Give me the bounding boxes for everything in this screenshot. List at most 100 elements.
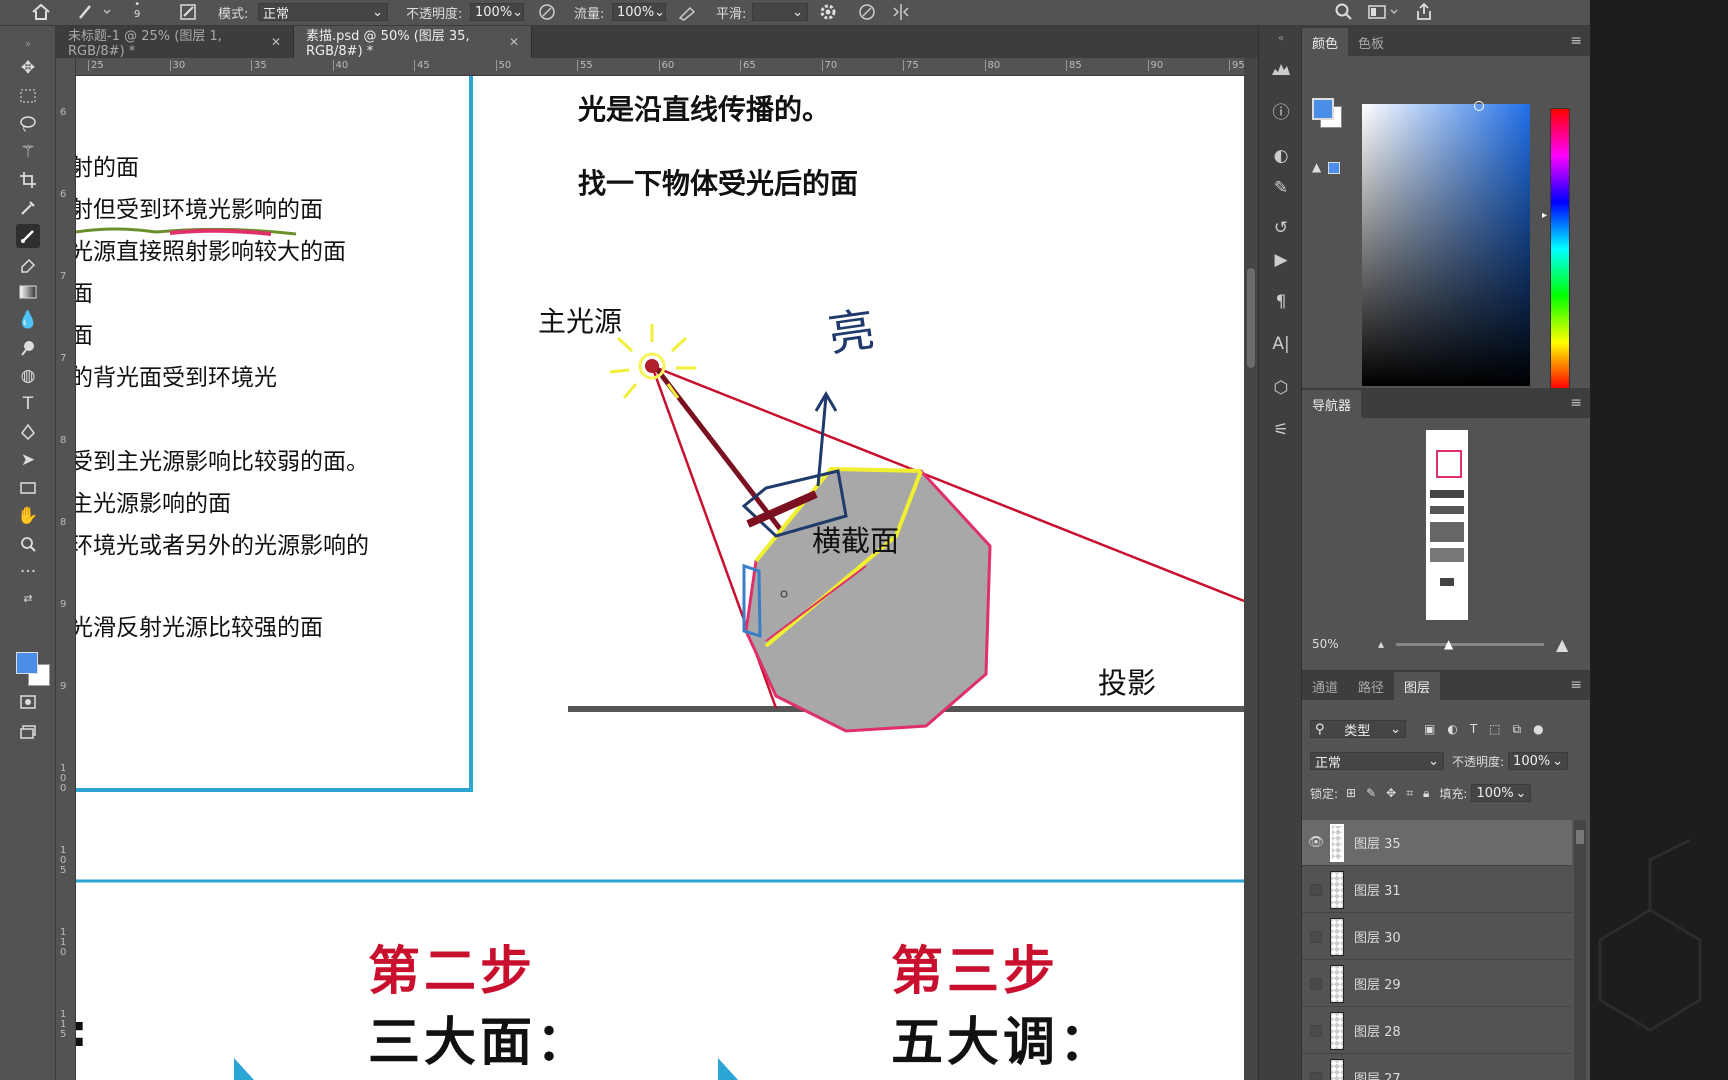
panel-menu-icon[interactable]: ≡ [1570, 677, 1582, 693]
filter-toggle-icon[interactable]: ● [1533, 722, 1543, 736]
styles-icon[interactable]: ✎ [1269, 176, 1293, 200]
adjustments-icon[interactable]: ◐ [1269, 144, 1293, 168]
rectangle-tool-icon[interactable] [16, 476, 40, 500]
paragraph-icon[interactable]: ¶ [1269, 290, 1293, 314]
lasso-tool-icon[interactable] [16, 112, 40, 136]
move-tool-icon[interactable]: ✥ [16, 56, 40, 80]
histogram-icon[interactable] [1269, 56, 1293, 80]
quick-mask-icon[interactable] [16, 690, 40, 714]
filter-adjustment-icon[interactable]: ◐ [1447, 722, 1457, 736]
filter-shape-icon[interactable]: ⬚ [1489, 722, 1500, 736]
zoom-slider-handle[interactable]: ▲ [1444, 637, 1453, 651]
pressure-size-icon[interactable] [856, 0, 878, 24]
visibility-toggle[interactable] [1310, 1024, 1322, 1037]
share-icon[interactable] [1414, 0, 1434, 24]
opacity-field[interactable]: 100% ⌄ [470, 3, 524, 21]
eraser-tool-icon[interactable] [16, 252, 40, 276]
layer-row[interactable]: 👁︎ 图层 35 [1302, 820, 1572, 866]
zoom-in-icon[interactable]: ▲ [1556, 635, 1568, 654]
layer-row[interactable]: 图层 30 [1302, 914, 1572, 960]
layer-opacity-field[interactable]: 100% ⌄ [1508, 752, 1569, 770]
collapse-icon[interactable]: « [1269, 26, 1293, 50]
fg-color-chip[interactable] [1312, 98, 1334, 120]
gamut-warning-icon[interactable]: ▲ [1312, 160, 1321, 174]
type-tool-icon[interactable]: T [16, 392, 40, 416]
panel-menu-icon[interactable]: ≡ [1570, 395, 1582, 411]
close-icon[interactable]: ✕ [509, 35, 519, 49]
swap-colors-icon[interactable]: ⇄ [16, 586, 40, 610]
3d-icon[interactable]: ⬡ [1269, 376, 1293, 400]
pen-tool-icon[interactable] [16, 420, 40, 444]
color-field[interactable] [1362, 101, 1530, 386]
filter-smart-icon[interactable]: ⧉ [1513, 722, 1522, 737]
zoom-slider[interactable]: ▲ [1396, 637, 1545, 651]
dodge-tool-icon[interactable] [16, 336, 40, 360]
crop-tool-icon[interactable] [16, 168, 40, 192]
smoothing-field[interactable]: ⌄ [752, 3, 808, 21]
color-picker-handle[interactable] [1474, 101, 1484, 111]
visibility-toggle[interactable] [1310, 883, 1322, 896]
history-icon[interactable]: ↺ [1269, 216, 1293, 240]
filter-type-icon[interactable]: T [1470, 722, 1477, 736]
gradient-tool-icon[interactable] [16, 280, 40, 304]
filter-pixel-icon[interactable]: ▣ [1424, 722, 1435, 736]
expand-toolbar-icon[interactable]: » [16, 32, 40, 56]
brush-settings-icon[interactable]: ⚟ [1269, 418, 1293, 442]
pressure-opacity-icon[interactable] [536, 0, 558, 24]
brush-preset-icon[interactable] [76, 0, 116, 24]
zoom-tool-icon[interactable] [16, 532, 40, 556]
screen-mode-icon[interactable] [16, 720, 40, 744]
character-icon[interactable]: A| [1269, 332, 1293, 356]
hue-slider[interactable] [1550, 108, 1570, 390]
document-canvas[interactable]: 射的面 射但受到环境光影响的面 光源直接照射影响较大的面 面 面 的背光面受到环… [76, 76, 1244, 1080]
home-icon[interactable] [30, 0, 52, 24]
layer-row[interactable]: 图层 27 [1302, 1055, 1572, 1080]
eyedropper-icon[interactable] [16, 196, 40, 220]
workspace-icon[interactable] [1366, 0, 1402, 24]
search-icon[interactable] [1334, 0, 1354, 24]
tab-swatches[interactable]: 色板 [1348, 28, 1394, 56]
layer-row[interactable]: 图层 28 [1302, 1008, 1572, 1054]
marquee-tool-icon[interactable] [16, 84, 40, 108]
brush-size[interactable]: • 9 [134, 0, 140, 24]
scrollbar-thumb[interactable] [1247, 268, 1255, 368]
tab-paths[interactable]: 路径 [1348, 672, 1394, 700]
info-icon[interactable]: ⓘ [1269, 98, 1293, 123]
airbrush-icon[interactable] [676, 0, 700, 24]
hand-tool-icon[interactable]: ✋ [16, 504, 40, 528]
tab-navigator[interactable]: 导航器 [1302, 390, 1362, 418]
magic-wand-icon[interactable]: ⚚ [16, 140, 40, 164]
layer-row[interactable]: 图层 31 [1302, 867, 1572, 913]
doc-tab-sketch[interactable]: 素描.psd @ 50% (图层 35, RGB/8#) * ✕ [294, 26, 532, 59]
foreground-color-swatch[interactable] [16, 652, 38, 674]
more-tools-icon[interactable]: ··· [16, 560, 40, 584]
blend-mode-select[interactable]: 正常 ⌄ [1310, 752, 1444, 771]
mode-select[interactable]: 正常 ⌄ [258, 3, 388, 22]
blur-tool-icon[interactable]: 💧 [16, 308, 40, 332]
visibility-toggle[interactable] [1310, 930, 1322, 943]
layer-filter-select[interactable]: ⚲ 类型 ⌄ [1310, 720, 1406, 739]
hue-slider-handle[interactable]: ▸ [1542, 210, 1547, 221]
web-safe-chip[interactable] [1328, 162, 1340, 174]
sponge-tool-icon[interactable]: ◍ [16, 364, 40, 388]
gear-icon[interactable] [818, 0, 838, 24]
layer-row[interactable]: 图层 29 [1302, 961, 1572, 1007]
scrollbar-thumb[interactable] [1576, 830, 1584, 844]
path-select-icon[interactable]: ➤ [16, 448, 40, 472]
navigator-view-box[interactable] [1436, 450, 1462, 478]
eye-icon[interactable]: 👁︎ [1302, 835, 1330, 850]
close-icon[interactable]: ✕ [271, 35, 281, 49]
canvas-scrollbar[interactable] [1244, 58, 1258, 1080]
flow-field[interactable]: 100% ⌄ [612, 3, 666, 21]
doc-tab-untitled[interactable]: 未标题-1 @ 25% (图层 1, RGB/8#) * ✕ [56, 26, 294, 59]
zoom-out-icon[interactable]: ▴ [1378, 637, 1384, 651]
layer-scrollbar[interactable] [1574, 820, 1586, 1080]
panel-menu-icon[interactable]: ≡ [1570, 33, 1582, 49]
visibility-toggle[interactable] [1310, 1071, 1322, 1080]
visibility-toggle[interactable] [1310, 977, 1322, 990]
navigator-preview[interactable] [1426, 430, 1468, 620]
tab-layers[interactable]: 图层 [1394, 672, 1441, 700]
zoom-value[interactable]: 50% [1312, 637, 1372, 651]
brush-settings-icon[interactable] [178, 0, 200, 24]
tab-channels[interactable]: 通道 [1302, 672, 1348, 700]
